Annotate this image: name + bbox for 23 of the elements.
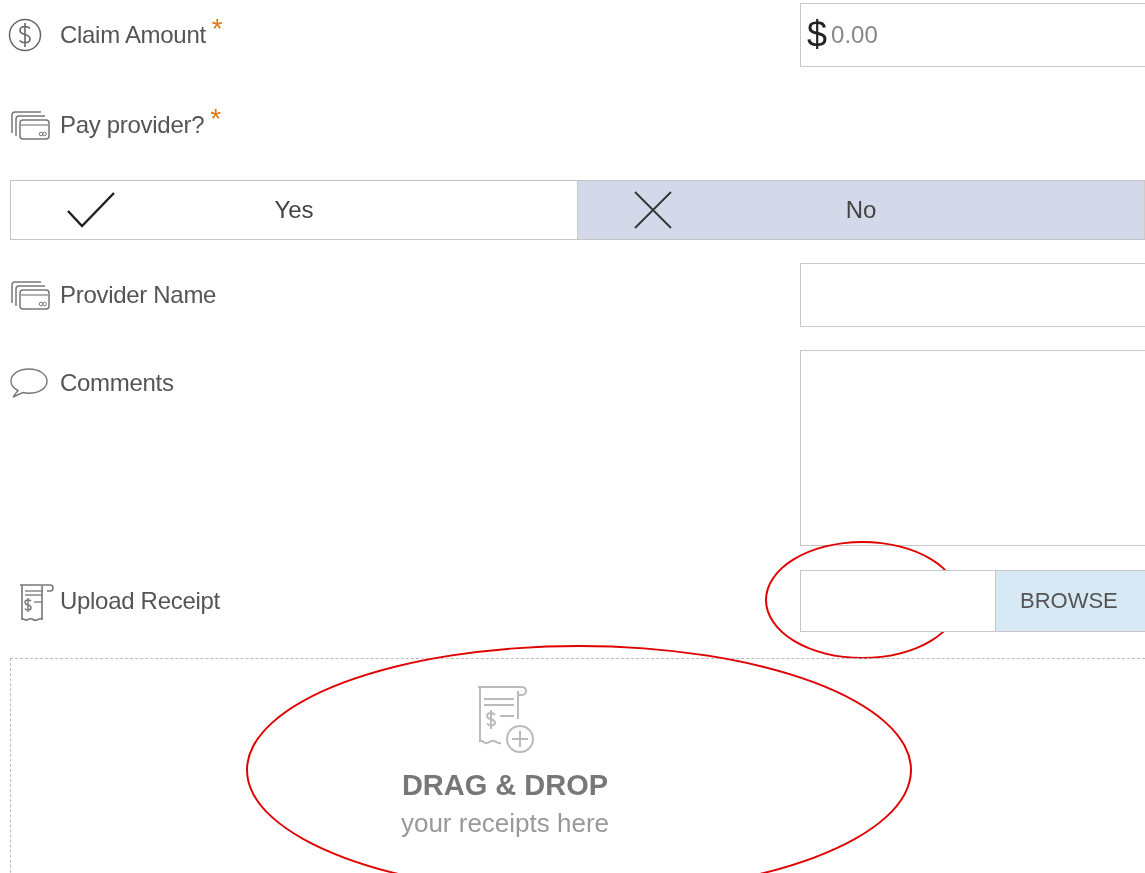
close-icon <box>633 190 673 230</box>
credit-cards-icon <box>8 279 52 311</box>
field-label: Comments <box>60 369 174 397</box>
provider-name-field[interactable] <box>800 263 1145 327</box>
check-icon <box>66 191 116 229</box>
drop-hint: your receipts here <box>400 808 610 839</box>
toggle-option[interactable]: No <box>578 181 1145 239</box>
comments-field[interactable] <box>800 350 1145 546</box>
drop-zone[interactable]: DRAG & DROP your receipts here <box>10 658 1145 873</box>
placeholder-text: 0.00 <box>831 21 878 49</box>
required-asterisk: * <box>210 103 222 135</box>
credit-cards-icon <box>8 109 52 141</box>
speech-bubble-icon <box>8 366 50 400</box>
field-label: Upload Receipt <box>60 587 220 615</box>
dollar-circle-icon <box>8 17 42 53</box>
required-asterisk: * <box>211 13 223 45</box>
currency-symbol: $ <box>807 14 828 56</box>
amount-field[interactable]: $0.00 <box>800 3 1145 67</box>
browse-button[interactable]: BROWSE <box>995 571 1145 631</box>
drop-title: DRAG & DROP <box>401 769 609 802</box>
field-label: Pay provider? <box>60 111 205 139</box>
field-label: Provider Name <box>60 281 217 309</box>
field-label: Claim Amount <box>60 21 206 49</box>
